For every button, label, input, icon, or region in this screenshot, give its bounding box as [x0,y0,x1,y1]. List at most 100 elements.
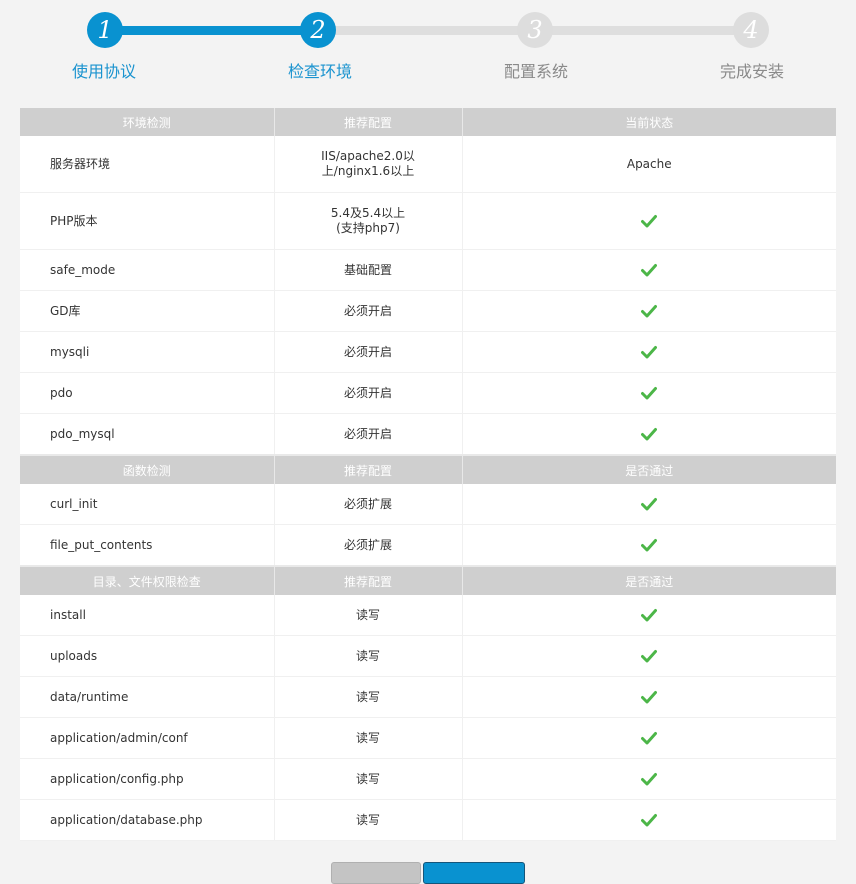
table-row: GD库 必须开启 [20,290,836,332]
row-status [462,331,836,373]
row-recommend: 读写 [274,595,463,636]
row-recommend: 必须开启 [274,413,463,456]
row-status [462,595,836,636]
table-row: PHP版本 5.4及5.4以上 (支持php7) [20,192,836,250]
row-status [462,290,836,332]
dir-header-row: 目录、文件权限检查 推荐配置 是否通过 [20,565,836,595]
step-1-label: 使用协议 [71,62,136,81]
check-icon [641,346,658,359]
progress-track-completed [105,26,318,35]
row-recommend: 读写 [274,676,463,718]
next-step-button[interactable] [423,862,525,884]
step-2-circle: 2 [300,12,336,48]
step-3-circle: 3 [517,12,553,48]
dir-header-recommend: 推荐配置 [274,565,463,595]
row-recommend: IIS/apache2.0以 上/nginx1.6以上 [274,136,463,193]
row-name: pdo [20,372,275,414]
check-icon [641,264,658,277]
row-recommend: 读写 [274,717,463,759]
row-status [462,717,836,759]
row-name: application/database.php [20,799,275,841]
step-2-label: 检查环境 [287,62,352,81]
table-row: 服务器环境 IIS/apache2.0以 上/nginx1.6以上 Apache [20,136,836,193]
environment-check-table: 环境检测 推荐配置 当前状态 服务器环境 IIS/apache2.0以 上/ngi… [20,108,836,841]
check-icon [641,814,658,827]
step-3-label: 配置系统 [503,62,568,81]
func-header-row: 函数检测 推荐配置 是否通过 [20,454,836,484]
step-4-circle: 4 [733,12,769,48]
row-recommend: 必须开启 [274,331,463,373]
row-status [462,635,836,677]
func-header-status: 是否通过 [462,454,836,484]
row-recommend: 读写 [274,635,463,677]
func-header-check: 函数检测 [20,454,275,484]
row-name: safe_mode [20,249,275,291]
row-status [462,192,836,250]
row-name: 服务器环境 [20,136,275,193]
env-header-row: 环境检测 推荐配置 当前状态 [20,108,836,136]
previous-step-button[interactable] [331,862,421,884]
check-icon [641,305,658,318]
check-icon [641,498,658,511]
func-header-recommend: 推荐配置 [274,454,463,484]
check-icon [641,691,658,704]
dir-header-status: 是否通过 [462,565,836,595]
row-status [462,372,836,414]
check-icon [641,650,658,663]
check-icon [641,215,658,228]
recommend-line: 上/nginx1.6以上 [321,164,415,178]
table-row: application/database.php 读写 [20,799,836,841]
row-name: application/admin/conf [20,717,275,759]
check-icon [641,428,658,441]
row-recommend: 读写 [274,799,463,841]
check-icon [641,539,658,552]
check-icon [641,773,658,786]
row-recommend: 5.4及5.4以上 (支持php7) [274,192,463,250]
row-name: GD库 [20,290,275,332]
check-icon [641,732,658,745]
recommend-line: (支持php7) [336,221,400,235]
row-status [462,413,836,456]
table-row: file_put_contents 必须扩展 [20,524,836,567]
table-row: safe_mode 基础配置 [20,249,836,291]
env-header-status: 当前状态 [462,108,836,136]
table-row: pdo 必须开启 [20,372,836,414]
row-name: pdo_mysql [20,413,275,456]
dir-header-check: 目录、文件权限检查 [20,565,275,595]
row-name: PHP版本 [20,192,275,250]
row-status: Apache [462,136,836,193]
environment-check-panel: 环境检测 推荐配置 当前状态 服务器环境 IIS/apache2.0以 上/ngi… [20,108,836,841]
row-status [462,799,836,841]
row-name: install [20,595,275,636]
table-row: application/config.php 读写 [20,758,836,800]
step-1-circle: 1 [87,12,123,48]
row-recommend: 必须开启 [274,372,463,414]
env-header-recommend: 推荐配置 [274,108,463,136]
row-name: data/runtime [20,676,275,718]
table-row: pdo_mysql 必须开启 [20,413,836,456]
row-recommend: 必须开启 [274,290,463,332]
row-name: uploads [20,635,275,677]
table-row: curl_init 必须扩展 [20,484,836,525]
recommend-line: IIS/apache2.0以 [321,149,415,163]
env-header-check: 环境检测 [20,108,275,136]
row-status [462,484,836,525]
recommend-line: 5.4及5.4以上 [330,206,406,220]
check-icon [641,387,658,400]
table-row: data/runtime 读写 [20,676,836,718]
table-row: install 读写 [20,595,836,636]
install-stepper: 1 2 3 4 使用协议 检查环境 配置系统 完成安装 [0,0,856,100]
row-name: mysqli [20,331,275,373]
row-status [462,758,836,800]
row-name: file_put_contents [20,524,275,567]
row-status [462,249,836,291]
row-recommend: 基础配置 [274,249,463,291]
row-status [462,524,836,567]
row-recommend: 必须扩展 [274,484,463,525]
table-row: uploads 读写 [20,635,836,677]
row-name: application/config.php [20,758,275,800]
check-icon [641,609,658,622]
table-row: mysqli 必须开启 [20,331,836,373]
row-recommend: 必须扩展 [274,524,463,567]
row-recommend: 读写 [274,758,463,800]
